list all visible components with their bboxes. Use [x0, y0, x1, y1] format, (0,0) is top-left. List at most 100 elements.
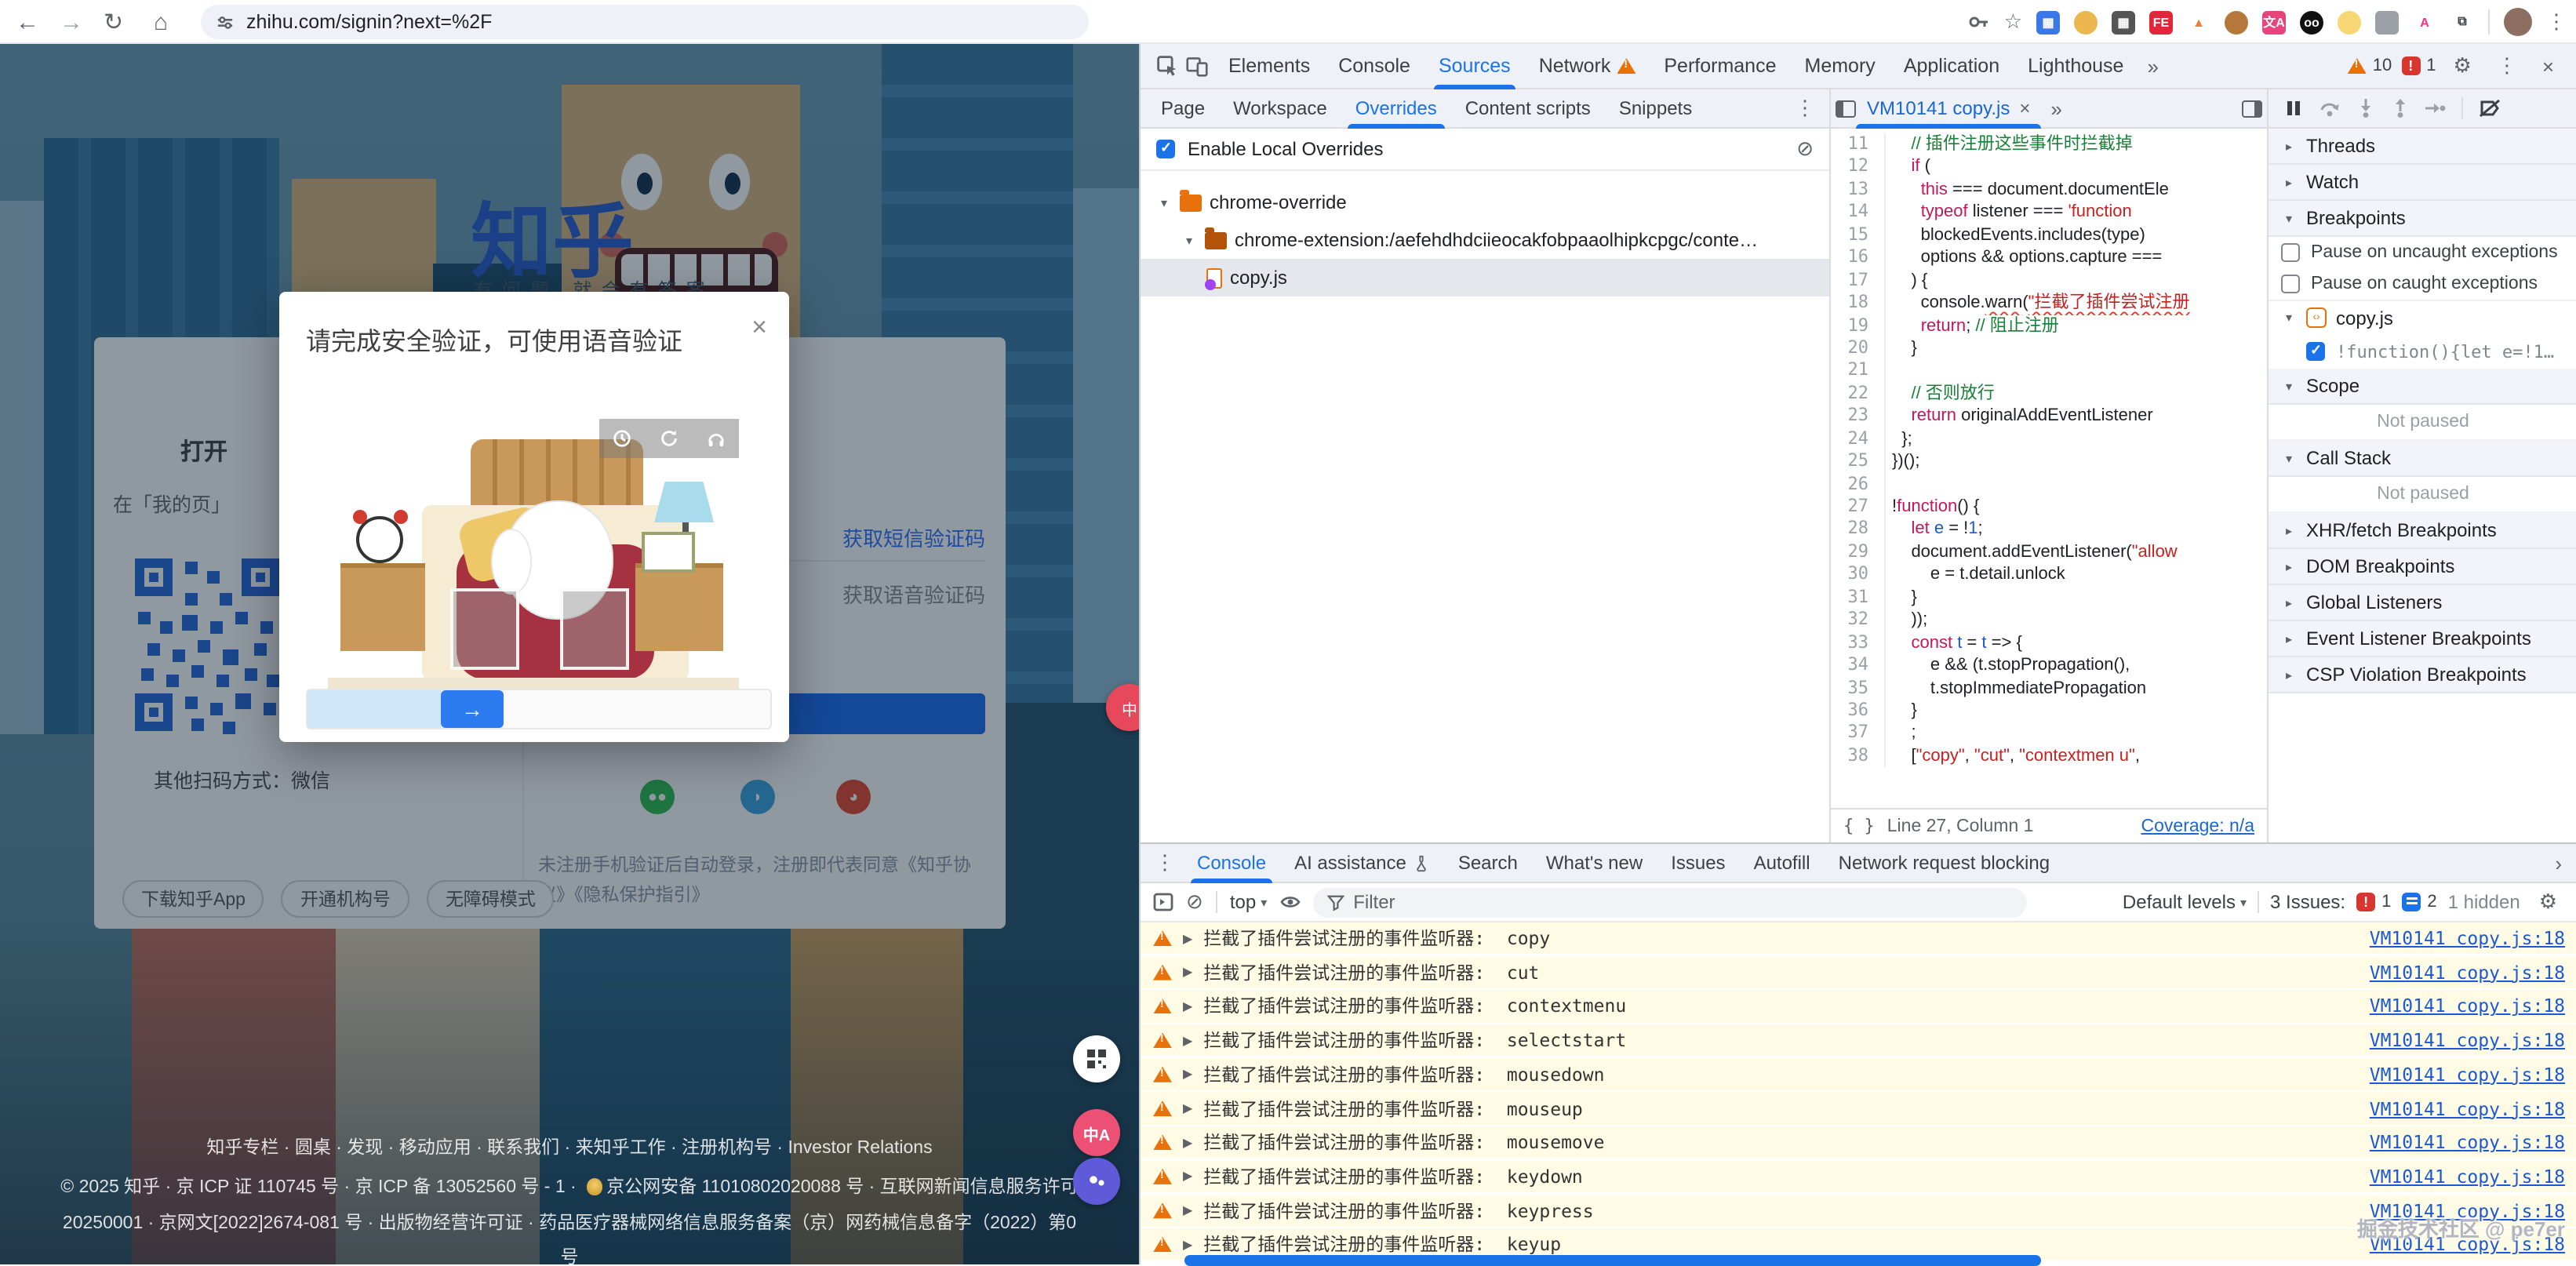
global-listeners-section[interactable]: ▸Global Listeners	[2269, 585, 2576, 621]
code-line[interactable]: 24 };	[1831, 427, 2267, 450]
issues-label[interactable]: 3 Issues:	[2270, 891, 2345, 913]
extension-icon[interactable]: 文A	[2262, 10, 2286, 34]
issues-message-count[interactable]: 2	[2402, 893, 2436, 911]
clear-console-icon[interactable]: ⊘	[1186, 889, 1203, 915]
line-number[interactable]: 25	[1831, 450, 1884, 473]
drawer-tab-ai-assistance[interactable]: AI assistance	[1280, 843, 1444, 882]
line-number[interactable]: 26	[1831, 473, 1884, 496]
editor-file-tab[interactable]: VM10141 copy.js ×	[1856, 89, 2041, 128]
line-number[interactable]: 27	[1831, 496, 1884, 518]
code-line[interactable]: 33 const t = t => {	[1831, 631, 2267, 654]
drawer-tab-network-request-blocking[interactable]: Network request blocking	[1825, 843, 2064, 882]
address-bar[interactable]: zhihu.com/signin?next=%2F	[201, 5, 1089, 39]
line-number[interactable]: 38	[1831, 745, 1884, 768]
browser-menu-icon[interactable]: ⋮	[2546, 9, 2567, 35]
event-listener-breakpoints-section[interactable]: ▸Event Listener Breakpoints	[2269, 621, 2576, 657]
scope-section[interactable]: ▾Scope	[2269, 369, 2576, 405]
line-number[interactable]: 24	[1831, 427, 1884, 450]
code-line[interactable]: 17 ) {	[1831, 269, 2267, 292]
console-filter-input[interactable]: Filter	[1312, 887, 2026, 917]
code-line[interactable]: 19 return; // 阻止注册	[1831, 315, 2267, 337]
navigator-tab-content-scripts[interactable]: Content scripts	[1451, 89, 1605, 128]
code-line[interactable]: 20 }	[1831, 337, 2267, 360]
inspect-icon[interactable]	[1156, 55, 1178, 77]
tree-item-copy.js[interactable]: copy.js	[1141, 259, 1829, 296]
console-message-row[interactable]: ▶拦截了插件尝试注册的事件监听器: cutVM10141 copy.js:18	[1141, 956, 2576, 988]
translate-float-button[interactable]: 中A	[1073, 1109, 1120, 1156]
source-link[interactable]: VM10141 copy.js:18	[2370, 1097, 2565, 1119]
step-out-icon[interactable]	[2391, 99, 2410, 118]
more-tabs-icon[interactable]: »	[2138, 54, 2167, 78]
drawer-tab-autofill[interactable]: Autofill	[1740, 843, 1825, 882]
coverage-link[interactable]: Coverage: n/a	[2141, 817, 2255, 835]
devtools-tab-elements[interactable]: Elements	[1214, 43, 1324, 89]
breakpoints-section[interactable]: ▾Breakpoints	[2269, 201, 2576, 237]
expand-arrow-icon[interactable]: ▶	[1183, 1238, 1192, 1252]
checkbox-checked-icon[interactable]	[2306, 342, 2325, 361]
home-icon[interactable]	[154, 0, 168, 44]
line-number[interactable]: 21	[1831, 360, 1884, 383]
watch-section[interactable]: ▸Watch	[2269, 165, 2576, 201]
deactivate-breakpoints-icon[interactable]	[2479, 99, 2501, 118]
source-link[interactable]: VM10141 copy.js:18	[2370, 1064, 2565, 1086]
expand-arrow-icon[interactable]: ▶	[1183, 999, 1192, 1013]
console-message-row[interactable]: ▶拦截了插件尝试注册的事件监听器: mousedownVM10141 copy.…	[1141, 1059, 2576, 1090]
code-line[interactable]: 11 // 插件注册这些事件时拦截掉	[1831, 133, 2267, 156]
code-line[interactable]: 22 // 否则放行	[1831, 383, 2267, 406]
clear-configuration-icon[interactable]: ⊘	[1796, 136, 1814, 162]
source-link[interactable]: VM10141 copy.js:18	[2370, 1029, 2565, 1051]
extension-icon[interactable]: ⧉	[2450, 10, 2474, 34]
extension-icon[interactable]: oo	[2300, 10, 2323, 34]
source-link[interactable]: VM10141 copy.js:18	[2370, 995, 2565, 1017]
threads-section[interactable]: ▸Threads	[2269, 129, 2576, 165]
pause-uncaught-row[interactable]: Pause on uncaught exceptions	[2269, 237, 2576, 268]
chevron-down-icon[interactable]: ▾	[1156, 195, 1172, 209]
navigator-tab-page[interactable]: Page	[1147, 89, 1219, 128]
code-line[interactable]: 27!function() {	[1831, 496, 2267, 518]
drawer-more-icon[interactable]: ›	[2545, 851, 2571, 875]
device-toolbar-icon[interactable]	[1186, 55, 1208, 77]
code-line[interactable]: 12 if (	[1831, 156, 2267, 179]
code-line[interactable]: 16 options && options.capture ===	[1831, 246, 2267, 269]
console-message-row[interactable]: ▶拦截了插件尝试注册的事件监听器: mousemoveVM10141 copy.…	[1141, 1126, 2576, 1158]
console-message-row[interactable]: ▶拦截了插件尝试注册的事件监听器: keydownVM10141 copy.js…	[1141, 1161, 2576, 1192]
line-number[interactable]: 23	[1831, 406, 1884, 428]
expand-arrow-icon[interactable]: ▶	[1183, 1135, 1192, 1149]
code-editor[interactable]: 11 // 插件注册这些事件时拦截掉12 if (13 this === doc…	[1829, 129, 2269, 808]
line-number[interactable]: 34	[1831, 654, 1884, 677]
line-number[interactable]: 28	[1831, 518, 1884, 541]
line-number[interactable]: 14	[1831, 202, 1884, 224]
expand-arrow-icon[interactable]: ▶	[1183, 931, 1192, 945]
drawer-menu-icon[interactable]: ⋮	[1147, 850, 1183, 875]
line-number[interactable]: 20	[1831, 337, 1884, 360]
code-line[interactable]: 26	[1831, 473, 2267, 496]
errors-badge[interactable]: !1	[2401, 56, 2436, 75]
forward-icon[interactable]	[60, 0, 83, 44]
line-number[interactable]: 11	[1831, 133, 1884, 156]
drawer-tab-console[interactable]: Console	[1183, 843, 1280, 882]
default-levels-dropdown[interactable]: Default levels▾	[2123, 891, 2247, 913]
settings-gear-icon[interactable]: ⚙	[2446, 53, 2480, 78]
line-number[interactable]: 12	[1831, 156, 1884, 179]
profile-avatar[interactable]	[2504, 8, 2532, 36]
code-line[interactable]: 15 blockedEvents.includes(type)	[1831, 224, 2267, 247]
more-editor-tabs-icon[interactable]: »	[2041, 96, 2071, 120]
csp-violation-breakpoints-section[interactable]: ▸CSP Violation Breakpoints	[2269, 657, 2576, 693]
line-number[interactable]: 31	[1831, 587, 1884, 609]
code-line[interactable]: 34 e && (t.stopPropagation(),	[1831, 654, 2267, 677]
call-stack-section[interactable]: ▾Call Stack	[2269, 441, 2576, 477]
captcha-slider[interactable]: →	[306, 689, 772, 729]
code-line[interactable]: 13 this === document.documentEle	[1831, 179, 2267, 202]
step-over-icon[interactable]	[2319, 99, 2341, 118]
pause-icon[interactable]	[2284, 99, 2303, 118]
eye-icon[interactable]	[1279, 893, 1300, 911]
navigator-tab-snippets[interactable]: Snippets	[1605, 89, 1706, 128]
back-icon[interactable]	[16, 0, 39, 44]
expand-arrow-icon[interactable]: ▶	[1183, 1203, 1192, 1217]
line-number[interactable]: 13	[1831, 179, 1884, 202]
code-line[interactable]: 30 e = t.detail.unlock	[1831, 564, 2267, 587]
extension-icon[interactable]	[2375, 10, 2399, 34]
drawer-tab-issues[interactable]: Issues	[1657, 843, 1739, 882]
issues-error-count[interactable]: !1	[2356, 893, 2391, 911]
close-tab-icon[interactable]: ×	[2019, 97, 2030, 119]
